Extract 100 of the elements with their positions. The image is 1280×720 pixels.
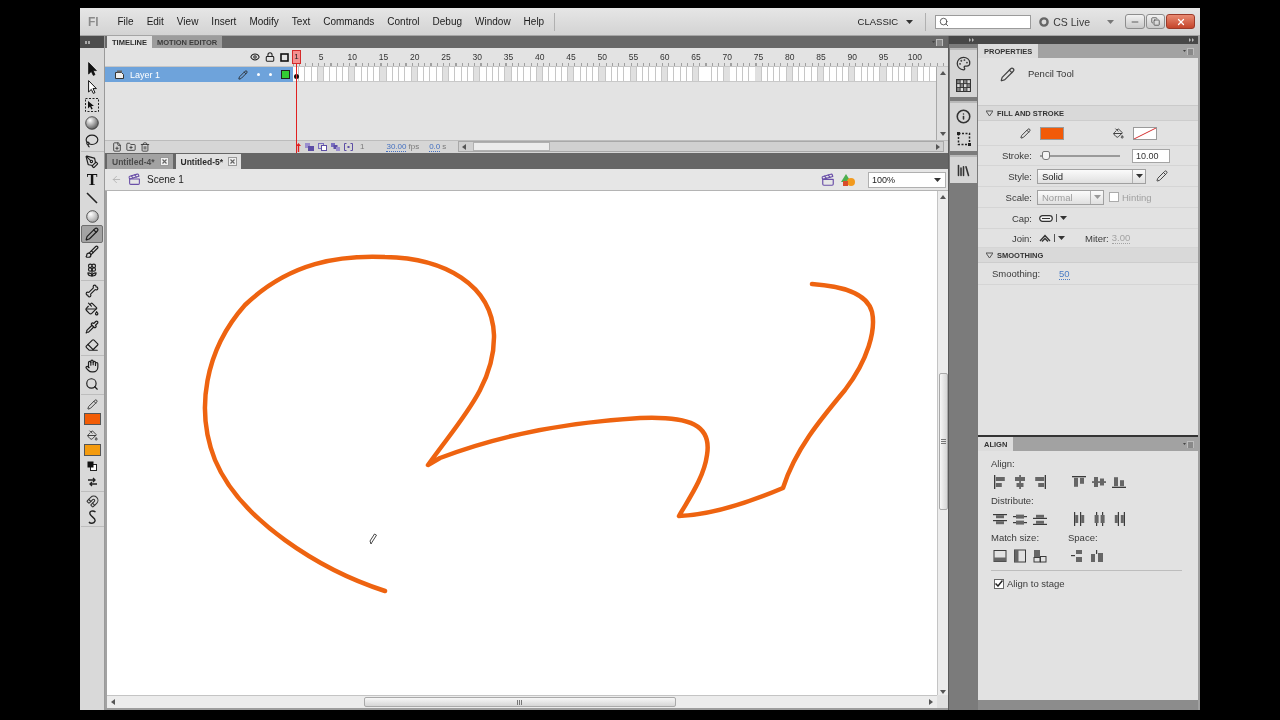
distribute-horizontal-center-icon[interactable] xyxy=(1092,512,1106,526)
menu-item[interactable]: View xyxy=(170,16,205,27)
space-vertical-icon[interactable] xyxy=(1070,549,1084,563)
panel-menu-icon[interactable] xyxy=(932,38,943,46)
close-icon[interactable] xyxy=(159,157,169,166)
bracket-icon[interactable] xyxy=(344,143,353,151)
outline-color-swatch[interactable] xyxy=(281,70,290,79)
align-right-icon[interactable] xyxy=(1033,475,1047,489)
dashed-square-icon[interactable] xyxy=(956,132,971,146)
magnet-icon[interactable] xyxy=(85,494,99,508)
playhead[interactable]: 1 xyxy=(292,50,301,64)
align-top-icon[interactable] xyxy=(1072,475,1086,489)
smooth-curve-icon[interactable] xyxy=(87,510,97,524)
arrow-up-icon[interactable] xyxy=(939,70,946,76)
color-swatch[interactable] xyxy=(83,444,101,456)
scrollbar-thumb[interactable] xyxy=(364,697,676,707)
stroke-field[interactable]: 10.00 xyxy=(1132,148,1170,163)
horizontal-scrollbar[interactable] xyxy=(107,695,937,708)
minimize-button[interactable] xyxy=(1125,14,1145,29)
frame-rate-value[interactable]: 30.00 xyxy=(386,142,407,152)
menu-item[interactable]: Control xyxy=(380,16,427,27)
new-layer-icon[interactable] xyxy=(112,142,122,152)
shapes-icon[interactable] xyxy=(841,172,856,187)
no-color-swatch[interactable] xyxy=(1133,126,1157,140)
match-height-icon[interactable] xyxy=(1013,549,1027,563)
align-horizontal-center-icon[interactable] xyxy=(1013,475,1027,489)
menu-item[interactable]: Edit xyxy=(140,16,171,27)
overlapping-squares-icon[interactable] xyxy=(305,143,314,151)
align-vertical-center-icon[interactable] xyxy=(1092,475,1106,489)
palette-icon[interactable] xyxy=(956,56,971,71)
stacked-squares-icon[interactable] xyxy=(331,143,340,151)
eye-icon[interactable] xyxy=(250,52,260,62)
scene-name[interactable]: Scene 1 xyxy=(147,174,184,185)
collapse-arrows-icon[interactable] xyxy=(969,38,975,42)
slider-thumb[interactable] xyxy=(1042,151,1051,160)
menu-item[interactable]: Help xyxy=(517,16,551,27)
timeline-horizontal-scrollbar[interactable] xyxy=(458,141,944,152)
swatch-grid-icon[interactable] xyxy=(956,79,971,92)
distribute-bottom-icon[interactable] xyxy=(1033,512,1047,526)
arrow-up-icon[interactable] xyxy=(940,194,946,200)
menu-item[interactable]: Debug xyxy=(426,16,469,27)
edit-style-button[interactable] xyxy=(1156,170,1168,182)
scrollbar-thumb[interactable] xyxy=(938,373,948,510)
space-horizontal-icon[interactable] xyxy=(1090,549,1104,563)
color-swatch[interactable] xyxy=(83,413,101,425)
match-width-icon[interactable] xyxy=(993,549,1007,563)
match-width-and-height-icon[interactable] xyxy=(1033,549,1047,563)
style-dropdown[interactable]: Solid xyxy=(1037,168,1146,184)
scrollbar-thumb[interactable] xyxy=(473,142,550,151)
distribute-left-icon[interactable] xyxy=(1072,512,1086,526)
close-icon[interactable] xyxy=(228,157,237,166)
align-left-icon[interactable] xyxy=(993,475,1007,489)
cap-style-button[interactable] xyxy=(1039,214,1067,222)
menu-item[interactable]: Commands xyxy=(316,16,381,27)
workspace-switcher[interactable]: CLASSIC xyxy=(854,16,917,27)
arrow-down-icon[interactable] xyxy=(939,131,946,137)
align-to-stage-checkbox[interactable] xyxy=(994,578,1004,589)
join-style-button[interactable] xyxy=(1039,234,1065,242)
outline-square-icon[interactable] xyxy=(280,52,289,62)
tool-button[interactable]: T xyxy=(81,171,103,189)
zoom-combo[interactable]: 100% xyxy=(868,171,946,188)
dot-icon[interactable] xyxy=(269,73,272,76)
cs-live-button[interactable]: CS Live xyxy=(1039,15,1090,28)
document-tab[interactable]: Untitled-5* xyxy=(175,154,241,169)
frame-cells[interactable] xyxy=(293,67,936,82)
info-icon[interactable] xyxy=(956,109,971,124)
color-swatch[interactable] xyxy=(1040,126,1064,140)
tool-button[interactable] xyxy=(81,225,103,243)
swap-arrows-icon[interactable] xyxy=(86,477,98,487)
close-button[interactable] xyxy=(1166,14,1195,29)
distribute-top-icon[interactable] xyxy=(993,512,1007,526)
arrow-left-icon[interactable] xyxy=(110,699,116,705)
default-colors-icon[interactable] xyxy=(87,461,97,471)
outlined-squares-icon[interactable] xyxy=(318,143,327,151)
dot-icon[interactable] xyxy=(257,73,260,76)
trash-icon[interactable] xyxy=(140,142,150,152)
lock-icon[interactable] xyxy=(265,52,275,62)
distribute-right-icon[interactable] xyxy=(1112,512,1126,526)
elapsed-time-value[interactable]: 0.0 xyxy=(429,142,441,152)
new-folder-icon[interactable] xyxy=(126,142,136,152)
arrow-right-icon[interactable] xyxy=(935,143,941,150)
vertical-scrollbar[interactable] xyxy=(937,191,948,695)
panel-menu-icon[interactable] xyxy=(1183,47,1194,55)
menu-item[interactable]: Window xyxy=(468,16,518,27)
menu-item[interactable]: File xyxy=(111,16,141,27)
collapse-arrows-icon[interactable] xyxy=(1189,38,1195,42)
distribute-vertical-center-icon[interactable] xyxy=(1013,512,1027,526)
timeline-scrollbar[interactable] xyxy=(936,67,948,140)
menu-item[interactable]: Modify xyxy=(242,16,286,27)
search-field[interactable] xyxy=(935,14,1032,29)
menu-item[interactable]: Text xyxy=(285,16,317,27)
arrow-right-icon[interactable] xyxy=(928,699,934,705)
clapperboard-icon[interactable] xyxy=(821,172,835,187)
panel-menu-icon[interactable] xyxy=(1183,440,1194,448)
library-icon[interactable] xyxy=(956,163,971,178)
arrow-left-icon[interactable] xyxy=(461,143,467,150)
arrow-down-icon[interactable] xyxy=(940,689,946,695)
restore-button[interactable] xyxy=(1146,14,1165,29)
menu-item[interactable]: Insert xyxy=(204,16,243,27)
align-bottom-icon[interactable] xyxy=(1112,475,1126,489)
